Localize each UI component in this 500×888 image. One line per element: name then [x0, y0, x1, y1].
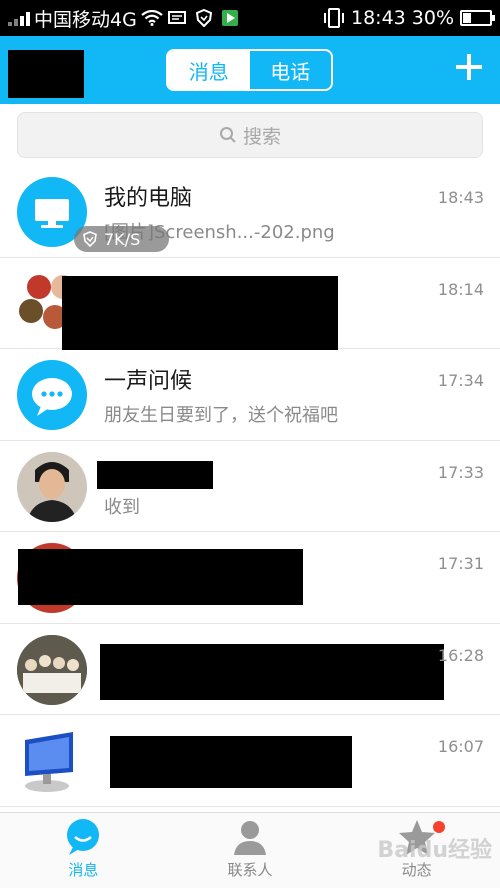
conversation-row[interactable]: 收到 17:33 — [0, 441, 500, 532]
tab-messages[interactable]: 消息 — [168, 51, 250, 89]
plus-icon[interactable] — [454, 52, 484, 82]
conversation-preview: 收到 — [104, 496, 140, 518]
clock-label: 18:43 — [351, 7, 406, 29]
search-icon — [219, 127, 236, 143]
tab-bar-label: 消息 — [68, 861, 99, 879]
redacted-block — [97, 460, 213, 489]
chat-icon — [67, 819, 100, 855]
conversation-name: 我的电脑 — [104, 186, 193, 211]
play-store-icon — [219, 9, 241, 27]
app-header: 消息 电话 — [0, 36, 500, 104]
user-photo — [17, 451, 87, 522]
phone-vibrate-icon — [323, 8, 345, 28]
conversation-time: 18:14 — [437, 279, 484, 299]
signal-icon — [8, 10, 30, 26]
sim-icon — [167, 9, 189, 27]
tab-bar-contacts[interactable]: 联系人 — [167, 813, 334, 888]
shield-icon — [83, 231, 97, 247]
qq-screen: 中国移动4G 18:43 30% 消息 电话 搜索 我的电脑 [图片]Scree… — [0, 0, 500, 888]
my-avatar[interactable] — [8, 50, 84, 98]
tab-phone[interactable]: 电话 — [250, 51, 332, 89]
transfer-speed-badge: 7K/S — [74, 226, 169, 252]
wifi-icon — [141, 9, 163, 27]
tab-bar-label: 联系人 — [227, 861, 273, 879]
search-placeholder: 搜索 — [242, 125, 281, 148]
battery-percent: 30% — [411, 7, 454, 29]
search-area: 搜索 — [0, 104, 500, 166]
contact-icon — [234, 821, 266, 855]
conversation-row[interactable]: 18:14 — [0, 258, 500, 350]
status-bar: 中国移动4G 18:43 30% — [0, 0, 500, 36]
redacted-block — [110, 736, 352, 788]
conversation-time: 18:43 — [437, 188, 484, 207]
tab-bar-messages[interactable]: 消息 — [0, 813, 167, 888]
carrier-label: 中国移动4G — [34, 8, 137, 31]
redacted-block — [100, 643, 444, 700]
conversation-time: 17:33 — [437, 462, 484, 482]
conversation-name: 一声问候 — [104, 369, 193, 394]
conversation-preview: 朋友生日要到了，送个祝福吧 — [104, 405, 338, 426]
header-segmented-control: 消息 电话 — [166, 49, 333, 91]
conversation-row[interactable]: 一声问候 朋友生日要到了，送个祝福吧 17:34 — [0, 349, 500, 441]
group-photo — [17, 634, 87, 705]
chat-bubble-icon — [17, 360, 87, 430]
conversation-row[interactable]: 17:31 — [0, 532, 500, 624]
conversation-list: 我的电脑 [图片]Screensh...-202.png 18:43 7K/S … — [0, 166, 500, 807]
conversation-row[interactable]: 16:07 — [0, 715, 500, 807]
transfer-speed: 7K/S — [104, 229, 141, 249]
conversation-time: 16:07 — [437, 737, 484, 756]
watermark: Baidu经验 — [377, 838, 492, 863]
conversation-time: 17:34 — [437, 371, 484, 390]
monitor-photo — [17, 726, 87, 796]
conversation-row[interactable]: 16:28 — [0, 624, 500, 715]
search-input[interactable]: 搜索 — [17, 112, 483, 158]
battery-icon — [460, 10, 495, 26]
conversation-time: 16:28 — [437, 645, 484, 665]
conversation-time: 17:31 — [437, 554, 484, 573]
redacted-block — [62, 275, 338, 350]
redacted-block — [18, 549, 303, 605]
conversation-row[interactable]: 我的电脑 [图片]Screensh...-202.png 18:43 7K/S — [0, 166, 500, 258]
shield-icon — [193, 9, 215, 27]
